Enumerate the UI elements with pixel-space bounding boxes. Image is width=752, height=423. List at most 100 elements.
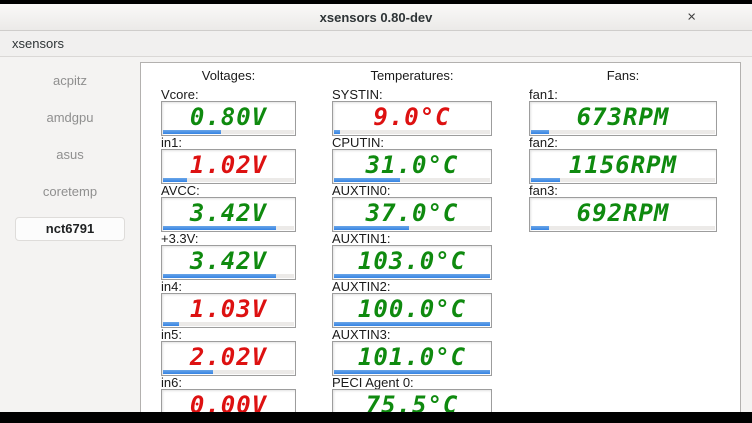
sensor-label: CPUTIN: [332, 136, 492, 149]
sensor-label: AUXTIN0: [332, 184, 492, 197]
xsensors-window: xsensors 0.80-dev × xsensors acpitz amdgp… [0, 4, 752, 412]
sensor-bar-fill [531, 130, 549, 134]
sensor-bar-track [163, 130, 294, 134]
sensor-label: AUXTIN1: [332, 232, 492, 245]
sensor-peciagent0: PECI Agent 0:75.5°C [332, 376, 492, 412]
sensor-bar-fill [163, 178, 187, 182]
sensor-display: 9.0°C [332, 101, 492, 136]
sensor-fan2: fan2:1156RPM [529, 136, 717, 184]
tab-xsensors[interactable]: xsensors [12, 36, 64, 51]
sensor-bar-fill [163, 226, 276, 230]
sensor-display: 3.42V [161, 245, 296, 280]
sensor-bar-fill [163, 274, 276, 278]
sensor-bar-track [531, 178, 715, 182]
sensor-bar-fill [163, 322, 179, 326]
sensor-cputin: CPUTIN:31.0°C [332, 136, 492, 184]
sensor-display: 0.00V [161, 389, 296, 412]
sensor-display: 3.42V [161, 197, 296, 232]
column-fans: Fans:fan1:673RPMfan2:1156RPMfan3:692RPM [529, 69, 717, 232]
column-header-fans: Fans: [529, 69, 717, 83]
sensor-label: in1: [161, 136, 296, 149]
sensor-bar-track [334, 322, 490, 326]
sidebar-item-nct6791[interactable]: nct6791 [15, 217, 125, 241]
column-temperatures: Temperatures:SYSTIN:9.0°CCPUTIN:31.0°CAU… [332, 69, 492, 412]
sensor-value: 37.0°C [333, 198, 491, 227]
sensor-label: PECI Agent 0: [332, 376, 492, 389]
sensor-bar-track [334, 178, 490, 182]
sensor-value: 673RPM [530, 102, 716, 131]
sensor-bar-fill [334, 322, 490, 326]
sidebar-item-coretemp[interactable]: coretemp [15, 180, 125, 204]
sensor-label: AUXTIN2: [332, 280, 492, 293]
sensor-display: 673RPM [529, 101, 717, 136]
main-area: acpitz amdgpu asus coretemp nct6791 Voltages… [0, 57, 752, 412]
sensor-display: 31.0°C [332, 149, 492, 184]
sensor-vcore: Vcore:0.80V [161, 88, 296, 136]
sensor-bar-fill [334, 274, 490, 278]
sensor-label: fan2: [529, 136, 717, 149]
sidebar-item-amdgpu[interactable]: amdgpu [15, 106, 125, 130]
sidebar-item-asus[interactable]: asus [15, 143, 125, 167]
sensor-value: 0.80V [162, 102, 295, 131]
sensor-bar-fill [163, 370, 213, 374]
sensor-label: fan3: [529, 184, 717, 197]
sensor-value: 103.0°C [333, 246, 491, 275]
sensor-bar-track [531, 226, 715, 230]
sensor-auxtin0: AUXTIN0:37.0°C [332, 184, 492, 232]
sensor-bar-track [334, 130, 490, 134]
sensor-bar-fill [163, 130, 221, 134]
sensor-33v: +3.3V:3.42V [161, 232, 296, 280]
sensor-bar-fill [334, 130, 340, 134]
sensor-label: +3.3V: [161, 232, 296, 245]
sensor-display: 692RPM [529, 197, 717, 232]
sensor-display: 2.02V [161, 341, 296, 376]
sensor-label: AVCC: [161, 184, 296, 197]
sensor-value: 3.42V [162, 246, 295, 275]
sensor-panel: Voltages:Vcore:0.80Vin1:1.02VAVCC:3.42V+… [140, 62, 741, 412]
sensor-display: 101.0°C [332, 341, 492, 376]
sensor-label: Vcore: [161, 88, 296, 101]
sensor-display: 100.0°C [332, 293, 492, 328]
sensor-in4: in4:1.03V [161, 280, 296, 328]
sensor-label: in4: [161, 280, 296, 293]
sensor-bar-track [163, 274, 294, 278]
sensor-value: 692RPM [530, 198, 716, 227]
sensor-display: 1.02V [161, 149, 296, 184]
sensor-value: 3.42V [162, 198, 295, 227]
window-title: xsensors 0.80-dev [320, 10, 433, 25]
sidebar-item-acpitz[interactable]: acpitz [15, 69, 125, 93]
close-button[interactable]: × [687, 10, 696, 25]
sensor-bar-track [163, 322, 294, 326]
sensor-display: 0.80V [161, 101, 296, 136]
sensor-display: 103.0°C [332, 245, 492, 280]
sensor-display: 75.5°C [332, 389, 492, 412]
column-header-temperatures: Temperatures: [332, 69, 492, 83]
sensor-value: 101.0°C [333, 342, 491, 371]
sensor-bar-track [334, 274, 490, 278]
column-header-voltages: Voltages: [161, 69, 296, 83]
titlebar[interactable]: xsensors 0.80-dev × [0, 4, 752, 31]
sensor-display: 1.03V [161, 293, 296, 328]
sensor-value: 1156RPM [530, 150, 716, 179]
sensor-bar-fill [531, 178, 560, 182]
sensor-bar-fill [334, 226, 409, 230]
sensor-systin: SYSTIN:9.0°C [332, 88, 492, 136]
sensor-bar-track [163, 370, 294, 374]
sensor-label: in5: [161, 328, 296, 341]
sensor-bar-track [531, 130, 715, 134]
sensor-in6: in6:0.00V [161, 376, 296, 412]
sensor-in5: in5:2.02V [161, 328, 296, 376]
sensor-display: 1156RPM [529, 149, 717, 184]
sensor-label: AUXTIN3: [332, 328, 492, 341]
sensor-bar-fill [531, 226, 549, 230]
sensor-bar-track [163, 178, 294, 182]
sensor-value: 1.02V [162, 150, 295, 179]
sensor-value: 1.03V [162, 294, 295, 323]
sensor-in1: in1:1.02V [161, 136, 296, 184]
sensor-auxtin1: AUXTIN1:103.0°C [332, 232, 492, 280]
sensor-bar-fill [334, 178, 400, 182]
column-voltages: Voltages:Vcore:0.80Vin1:1.02VAVCC:3.42V+… [161, 69, 296, 412]
sensor-label: fan1: [529, 88, 717, 101]
sensor-value: 100.0°C [333, 294, 491, 323]
sensor-value: 75.5°C [333, 390, 491, 412]
